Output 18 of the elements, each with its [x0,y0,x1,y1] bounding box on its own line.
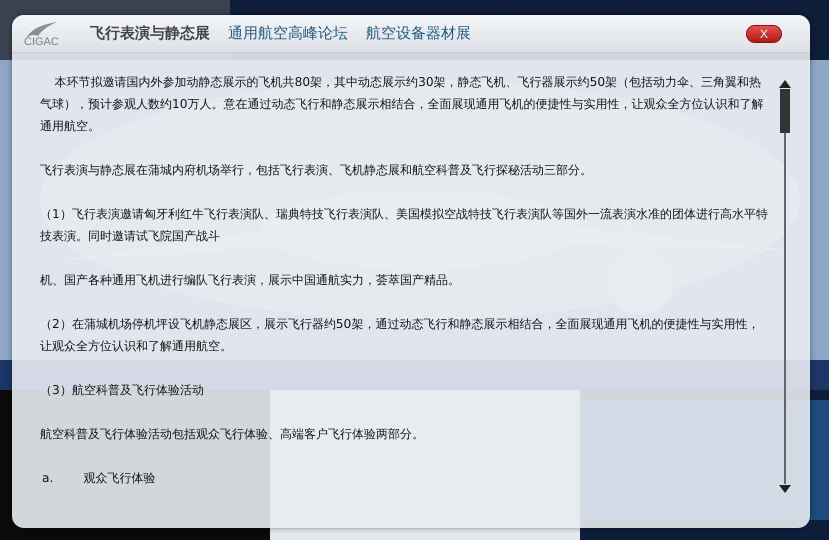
paragraph: （3）航空科普及飞行体验活动 [40,382,205,399]
list-item-text: 观众飞行体验 [83,470,156,487]
tab[interactable]: 飞行表演与静态展 [90,22,210,45]
scrollbar[interactable] [778,79,792,494]
paragraph: 航空科普及飞行体验活动包括观众飞行体验、高端客户飞行体验两部分。 [40,426,425,443]
paragraph: 机、国产各种通用飞机进行编队飞行表演，展示中国通航实力，荟萃国产精品。 [40,272,461,289]
close-button[interactable]: X [746,24,782,42]
scroll-thumb[interactable] [780,89,790,133]
tab[interactable]: 航空设备器材展 [366,22,471,45]
paragraph: 本环节拟邀请国内外参加动静态展示的飞机共80架，其中动态展示约30架，静态飞机、飞行器展示约50架（包括动力伞、三角翼和热气球），预计参观人数约10万人。意在通过动态飞行和静态展示相结合，全面展现通用飞机的便捷性与实用性，让观众全方位认识和了解通用航空。 [40,74,765,135]
list-marker: a. [42,470,54,487]
paragraph: （2）在蒲城机场停机坪设飞机静态展区，展示飞行器约50架，通过动态飞行和静态展示相结合，全面展现通用飞机的便捷性与实用性，让观众全方位认识和了解通用航空。 [40,316,760,355]
paragraph: 飞行表演与静态展在蒲城内府机场举行，包括飞行表演、飞机静态展和航空科普及飞行探秘活动三部分。 [40,162,593,179]
tab[interactable]: 通用航空高峰论坛 [228,22,348,45]
paragraph: （1）飞行表演邀请匈牙利红牛飞行表演队、瑞典特技飞行表演队、美国模拟空战特技飞行表演队等国外一流表演水准的团体进行高水平特技表演。同时邀请试飞院国产战斗 [40,206,768,245]
down-arrow-icon [778,484,792,494]
logo-text: CIGAC [24,36,59,48]
up-arrow-icon [778,79,792,89]
